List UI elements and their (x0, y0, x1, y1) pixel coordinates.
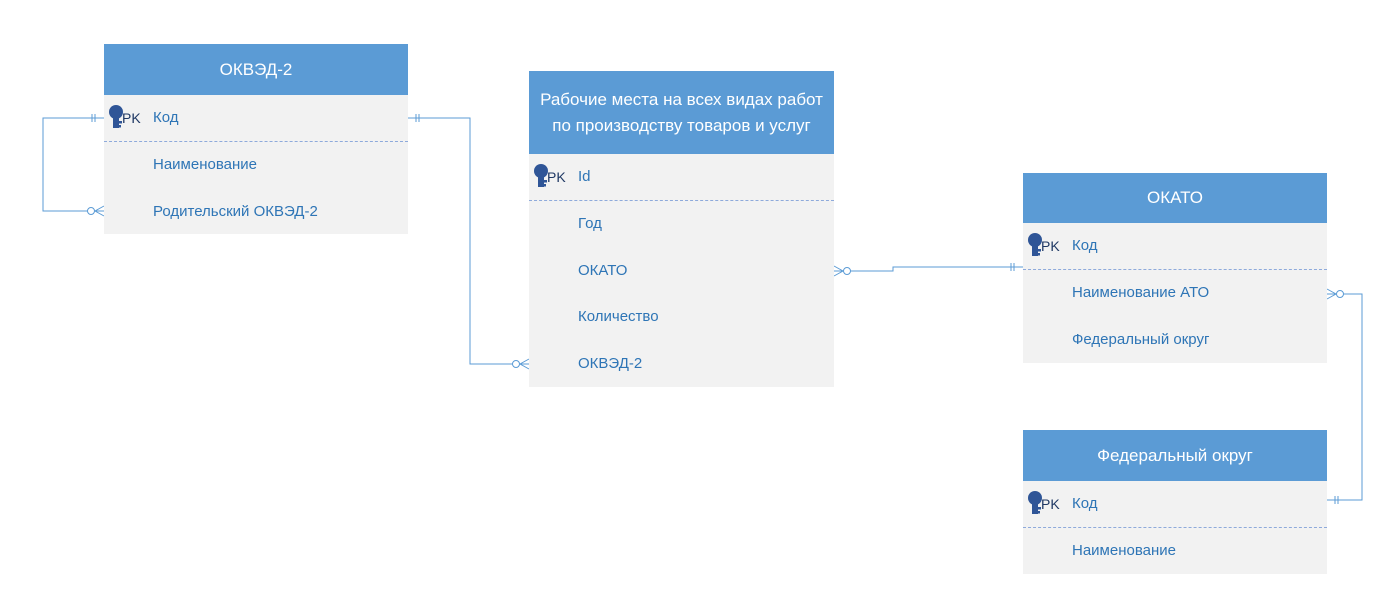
connector-okato-workplaces (834, 266, 1023, 272)
field-name: Родительский ОКВЭД-2 (153, 202, 318, 220)
entity-title: ОКАТО (1023, 173, 1327, 223)
connector-okved2-self (42, 117, 104, 212)
field-row[interactable]: Наименование АТО (1023, 270, 1327, 317)
field-row[interactable]: Наименование (104, 142, 408, 189)
field-name: Количество (578, 308, 659, 326)
field-row-pk[interactable]: PK Id (529, 154, 834, 201)
pk-label: PK (547, 168, 566, 185)
field-name: Год (578, 215, 602, 233)
field-row[interactable]: Количество (529, 294, 834, 341)
entity-title: Рабочие места на всех видах работ по про… (529, 71, 834, 154)
field-name: Код (1072, 495, 1098, 513)
field-row[interactable]: Родительский ОКВЭД-2 (104, 188, 408, 235)
pk-label: PK (1041, 237, 1060, 254)
connector-okved2-workplaces (408, 117, 529, 365)
field-name: Наименование (1072, 542, 1176, 560)
field-row-pk[interactable]: PK Код (1023, 481, 1327, 528)
field-name: Наименование (153, 156, 257, 174)
field-row-pk[interactable]: PK Код (1023, 223, 1327, 270)
field-name: Id (578, 168, 591, 186)
field-name: ОКВЭД-2 (578, 354, 643, 372)
pk-label: PK (122, 109, 141, 126)
entity-workplaces[interactable]: Рабочие места на всех видах работ по про… (529, 71, 834, 387)
entity-federal-district[interactable]: Федеральный округ PK Код Наименование (1023, 430, 1327, 574)
field-row-pk[interactable]: PK Код (104, 95, 408, 142)
field-row[interactable]: ОКАТО (529, 247, 834, 294)
entity-title: Федеральный округ (1023, 430, 1327, 481)
entity-okved2[interactable]: ОКВЭД-2 PK Код Наименование Родительский… (104, 44, 408, 234)
field-row[interactable]: Наименование (1023, 528, 1327, 575)
entity-title: ОКВЭД-2 (104, 44, 408, 95)
field-name: Код (1072, 237, 1098, 255)
entity-okato[interactable]: ОКАТО PK Код Наименование АТО Федеральны… (1023, 173, 1327, 363)
field-name: Федеральный округ (1072, 330, 1210, 348)
connector-federal-okato (1327, 293, 1363, 501)
field-row[interactable]: Год (529, 201, 834, 248)
field-name: Наименование АТО (1072, 284, 1210, 302)
field-name: ОКАТО (578, 261, 628, 279)
pk-label: PK (1041, 495, 1060, 512)
field-row[interactable]: Федеральный округ (1023, 316, 1327, 363)
field-name: Код (153, 109, 179, 127)
field-row[interactable]: ОКВЭД-2 (529, 340, 834, 387)
